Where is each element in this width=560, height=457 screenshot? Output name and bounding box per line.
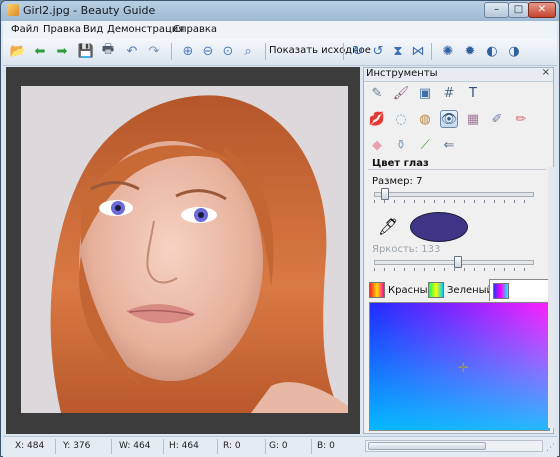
- eyedropper-icon[interactable]: 🖊: [378, 217, 398, 236]
- eraser-tool-icon[interactable]: ◆: [368, 136, 386, 154]
- zoom-out-icon[interactable]: ⊖: [199, 42, 217, 60]
- section-divider: [368, 169, 546, 170]
- zoom-in-icon[interactable]: ⊕: [179, 42, 197, 60]
- status-bar: X: 484 Y: 376 W: 464 H: 464 R: 0 G: 0 B:…: [3, 436, 557, 457]
- print-icon[interactable]: 🖶: [99, 42, 117, 60]
- tools-panel-title: Инструменты: [366, 68, 438, 79]
- bottle-tool-icon[interactable]: ⚱: [392, 136, 410, 154]
- resize-grip-icon[interactable]: ⋰: [546, 443, 555, 453]
- tab-green[interactable]: Зеленый: [428, 279, 493, 301]
- status-w: W: 464: [119, 441, 151, 451]
- image-canvas[interactable]: [6, 67, 360, 434]
- status-divider: [217, 439, 218, 454]
- size-slider-ticks: [374, 200, 532, 203]
- color-picker-area[interactable]: ✛: [369, 302, 550, 431]
- rotate-ccw-icon[interactable]: ↺: [369, 42, 387, 60]
- toolbar-separator: [265, 43, 266, 60]
- reset-tool-icon[interactable]: ⇐: [440, 136, 458, 154]
- brush-tool-icon[interactable]: 🖌: [392, 84, 410, 102]
- eye-color-swatch[interactable]: [410, 212, 468, 242]
- status-divider: [55, 439, 56, 454]
- tools-panel-close-button[interactable]: ×: [542, 67, 550, 78]
- brightness-slider-thumb[interactable]: [454, 256, 463, 268]
- flip-vertical-icon[interactable]: ⧗: [389, 42, 407, 60]
- eye-color-tool-icon[interactable]: 👁: [440, 110, 458, 128]
- rotate-cw-icon[interactable]: ↻: [349, 42, 367, 60]
- zoom-actual-icon[interactable]: ⌕: [239, 42, 257, 60]
- back-arrow-icon[interactable]: ⬅: [31, 42, 49, 60]
- status-divider: [265, 439, 266, 454]
- blue-swatch-icon: [493, 282, 509, 299]
- status-divider: [311, 439, 312, 454]
- saturation-icon[interactable]: ◑: [505, 42, 523, 60]
- minimize-button[interactable]: –: [484, 2, 509, 18]
- blush-tool-icon[interactable]: ✐: [488, 110, 506, 128]
- red-swatch-icon: [369, 282, 385, 298]
- pencil-tool-icon[interactable]: ✎: [368, 84, 386, 102]
- brightness-label: Яркость: 133: [372, 244, 441, 255]
- close-button[interactable]: ✕: [528, 2, 556, 18]
- status-b: B: 0: [317, 441, 335, 451]
- toolbar-separator: [171, 43, 172, 60]
- maximize-button[interactable]: □: [508, 2, 529, 18]
- flip-horizontal-icon[interactable]: ⋈: [409, 42, 427, 60]
- menu-edit[interactable]: Правка: [43, 24, 81, 35]
- title-bar[interactable]: Girl2.jpg - Beauty Guide – □ ✕: [1, 1, 559, 21]
- brightness-slider-track[interactable]: [374, 256, 534, 268]
- lipstick-tool-icon[interactable]: 💋: [368, 110, 386, 128]
- app-icon: [7, 4, 19, 16]
- app-window: Girl2.jpg - Beauty Guide – □ ✕ Файл Прав…: [0, 0, 560, 457]
- size-slider-track[interactable]: [374, 188, 534, 200]
- status-y: Y: 376: [63, 441, 91, 451]
- color-tabs: Красный Зеленый: [367, 279, 551, 301]
- window-title: Girl2.jpg - Beauty Guide: [23, 4, 156, 17]
- status-divider: [111, 439, 112, 454]
- status-x: X: 484: [15, 441, 45, 451]
- redo-icon[interactable]: ↷: [145, 42, 163, 60]
- status-g: G: 0: [269, 441, 288, 451]
- picker-crosshair-icon[interactable]: ✛: [458, 361, 469, 376]
- text-tool-icon[interactable]: T: [464, 84, 482, 102]
- sponge-tool-icon[interactable]: ◌: [392, 110, 410, 128]
- toolbar: Показать исходное 📂 ⬅ ➡ 💾 🖶 ↶ ↷ ⊕ ⊖ ⊙ ⌕ ↻ ↺ ⧗ ⋈ ✺ ✹ ◐ ◑: [3, 39, 557, 66]
- toolbar-separator: [431, 43, 432, 60]
- status-divider: [163, 439, 164, 454]
- settings-icon[interactable]: ✹: [461, 42, 479, 60]
- makeup-tool-icon[interactable]: ◍: [416, 110, 434, 128]
- nail-tool-icon[interactable]: ✏: [512, 110, 530, 128]
- zoom-fit-icon[interactable]: ⊙: [219, 42, 237, 60]
- status-r: R: 0: [223, 441, 241, 451]
- hair-tool-icon[interactable]: ⟋: [416, 136, 434, 154]
- section-title: Цвет глаз: [372, 158, 429, 169]
- menu-help[interactable]: Справка: [173, 24, 217, 35]
- tab-red[interactable]: Красный: [369, 279, 434, 301]
- horizontal-scroll-thumb[interactable]: [368, 442, 486, 450]
- contrast-icon[interactable]: ◐: [483, 42, 501, 60]
- status-h: H: 464: [169, 441, 199, 451]
- undo-icon[interactable]: ↶: [123, 42, 141, 60]
- tools-panel-header: Инструменты ×: [364, 67, 553, 82]
- shadow-tool-icon[interactable]: ▦: [464, 110, 482, 128]
- brightness-icon[interactable]: ✺: [439, 42, 457, 60]
- panel-scrollbar[interactable]: [548, 167, 554, 428]
- save-icon[interactable]: 💾: [77, 42, 95, 60]
- open-icon[interactable]: 📂: [9, 42, 27, 60]
- size-slider-thumb[interactable]: [381, 188, 390, 200]
- tab-blue[interactable]: [489, 279, 551, 301]
- crop-tool-icon[interactable]: ▣: [416, 84, 434, 102]
- green-swatch-icon: [428, 282, 444, 298]
- portrait-image: [21, 86, 348, 413]
- photo-preview[interactable]: [21, 86, 348, 413]
- tools-panel: Инструменты × ✎ 🖌 ▣ # T 💋 ◌ ◍ 👁 ▦ ✐ ✏ ◆ ⚱ ⟋ ⇐ Цвет глаз…: [363, 67, 554, 434]
- brightness-slider-ticks: [374, 268, 532, 271]
- toolbar-separator: [343, 43, 344, 60]
- grid-tool-icon[interactable]: #: [440, 84, 458, 102]
- menu-file[interactable]: Файл: [11, 24, 39, 35]
- size-label: Размер: 7: [372, 176, 423, 187]
- menu-bar: Файл Правка Вид Демонстрация Справка: [3, 21, 557, 40]
- horizontal-scrollbar[interactable]: [365, 440, 543, 452]
- tab-green-label: Зеленый: [447, 284, 494, 296]
- menu-view[interactable]: Вид: [83, 24, 103, 35]
- forward-arrow-icon[interactable]: ➡: [53, 42, 71, 60]
